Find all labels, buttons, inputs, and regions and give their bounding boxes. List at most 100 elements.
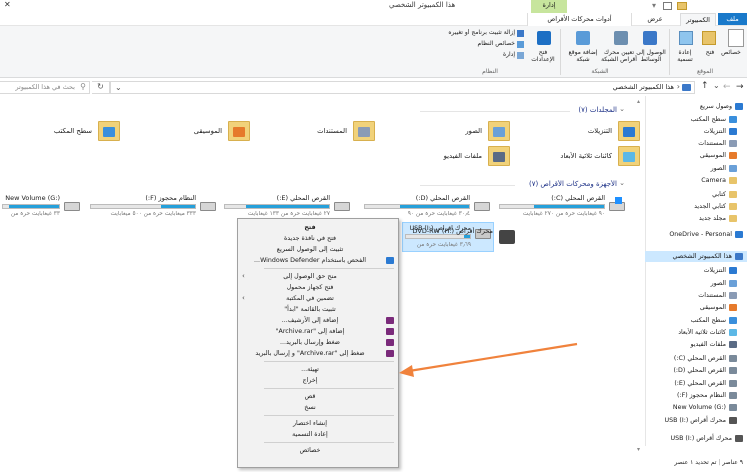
- folder-tile[interactable]: سطح المكتب: [20, 121, 120, 143]
- sidebar-item[interactable]: الموسيقى: [645, 150, 747, 161]
- sidebar-item[interactable]: القرص المحلي (C:): [645, 353, 747, 364]
- tab-computer[interactable]: الكمبيوتر: [680, 13, 716, 26]
- sidebar-item[interactable]: الموسيقى: [645, 302, 747, 313]
- drive-tile[interactable]: New Volume (G:) ٣٣ غيغابايت حرة من: [0, 194, 80, 222]
- sidebar-item[interactable]: مجلد جديد: [645, 213, 747, 224]
- context-menu-item[interactable]: قص: [239, 391, 397, 402]
- folder-tile[interactable]: المستندات: [275, 121, 375, 143]
- up-arrow-icon[interactable]: ↑: [701, 81, 709, 91]
- sidebar-item[interactable]: Camera: [645, 175, 747, 186]
- drive-tile[interactable]: القرص المحلي (C:) ٩٠ غيغابايت حرة من ٢٧٠ …: [497, 194, 625, 222]
- context-menu-item[interactable]: إضافة إلى "Archive.rar": [239, 326, 397, 337]
- folder-label: سطح المكتب: [53, 127, 92, 135]
- system-props-button[interactable]: خصائص النظام: [460, 40, 515, 47]
- context-menu-item[interactable]: تهيئة...: [239, 364, 397, 375]
- add-location-button[interactable]: إضافة موقع شبكة: [565, 49, 601, 63]
- context-menu-item[interactable]: إعادة التسمية: [239, 429, 397, 440]
- sidebar-item[interactable]: كتابي الجديد: [645, 201, 747, 212]
- search-box[interactable]: بحث في هذا الكمبيوتر ⚲: [0, 81, 90, 94]
- context-menu-item[interactable]: تضمين في المكتبة ‹: [239, 293, 397, 304]
- sidebar-item[interactable]: ملفات الفيديو: [645, 339, 747, 350]
- open-button[interactable]: فتح: [700, 49, 720, 56]
- collapse-chevron-icon[interactable]: ⌄: [619, 105, 625, 113]
- context-menu-item[interactable]: إنشاء اختصار: [239, 418, 397, 429]
- back-arrow-icon[interactable]: →: [736, 82, 744, 92]
- folders-section-header[interactable]: المجلدات (٧) ⌄: [420, 105, 625, 116]
- recent-dropdown-icon[interactable]: ⌄: [713, 81, 720, 90]
- sidebar-item[interactable]: كتابي: [645, 189, 747, 200]
- properties-check-icon[interactable]: [663, 2, 672, 10]
- sidebar-item[interactable]: محرك أقراص USB (I:): [645, 415, 747, 426]
- settings-gear-icon[interactable]: [537, 31, 551, 45]
- folder-tile[interactable]: التنزيلات: [540, 121, 640, 143]
- folder-icon: [729, 177, 737, 184]
- context-menu-item[interactable]: خصائص: [239, 445, 397, 456]
- sidebar-item[interactable]: محرك أقراص USB (I:): [645, 433, 747, 444]
- sidebar-item[interactable]: OneDrive - Personal: [645, 229, 747, 240]
- close-icon[interactable]: ✕: [4, 0, 11, 9]
- tab-drive-tools[interactable]: أدوات محركات الأقراص: [527, 13, 632, 26]
- context-menu-item[interactable]: نسخ: [239, 402, 397, 413]
- open-icon[interactable]: [702, 31, 716, 45]
- add-location-icon[interactable]: [576, 31, 590, 45]
- menu-item-label: الفحص باستخدام Windows Defender...: [254, 257, 366, 264]
- tab-view[interactable]: عرض: [640, 13, 670, 25]
- sidebar-item[interactable]: New Volume (G:): [645, 402, 747, 413]
- drives-section-header[interactable]: الأجهزة ومحركات الأقراص (٧) ⌄: [420, 179, 625, 190]
- rename-button[interactable]: إعادة تسمية: [671, 49, 699, 63]
- down-arrow-icon[interactable]: ▾: [652, 1, 656, 10]
- submenu-arrow-icon: ‹: [242, 272, 245, 280]
- sidebar-item[interactable]: سطح المكتب: [645, 114, 747, 125]
- manage-button[interactable]: إدارة: [485, 51, 515, 58]
- access-media-button[interactable]: الوصول إلى الوسائط: [634, 49, 668, 63]
- sidebar-item[interactable]: التنزيلات: [645, 126, 747, 137]
- context-menu-item[interactable]: إخراج: [239, 375, 397, 386]
- folder-tile[interactable]: الموسيقى: [150, 121, 250, 143]
- sidebar-item[interactable]: المستندات: [645, 138, 747, 149]
- folder-tile[interactable]: كائنات ثلاثية الأبعاد: [540, 146, 640, 168]
- properties-icon[interactable]: [728, 29, 744, 47]
- context-menu-item[interactable]: ضغط إلى "Archive.rar" و إرسال بالبريد: [239, 348, 397, 359]
- sidebar-item[interactable]: القرص المحلي (E:): [645, 378, 747, 389]
- map-drive-icon[interactable]: [614, 31, 628, 45]
- drive-icon: [729, 380, 737, 387]
- sidebar-item[interactable]: التنزيلات: [645, 265, 747, 276]
- folder-tile[interactable]: ملفات الفيديو: [410, 146, 510, 168]
- context-menu-item[interactable]: تثبيت بالقائمة "ابدأ": [239, 304, 397, 315]
- context-menu-item[interactable]: ضغط وإرسال بالبريد...: [239, 337, 397, 348]
- map-drive-button[interactable]: تعيين محرك أقراص الشبكة: [599, 49, 639, 63]
- drive-tile[interactable]: محرك أقراص DVD-RW (H:): [405, 226, 515, 248]
- video-icon: [729, 341, 737, 348]
- manage-tab-label[interactable]: إدارة: [531, 0, 567, 13]
- sidebar-item[interactable]: وصول سريع: [645, 101, 747, 112]
- address-bar[interactable]: › هذا الكمبيوتر الشخصي ⌄: [110, 81, 695, 94]
- rename-icon[interactable]: [679, 31, 693, 45]
- sidebar-item[interactable]: النظام محجوز (F:): [645, 390, 747, 401]
- address-dropdown-icon[interactable]: ⌄: [115, 83, 122, 92]
- forward-arrow-icon[interactable]: ←: [723, 82, 731, 92]
- sidebar-item[interactable]: الصور: [645, 278, 747, 289]
- drive-label: القرص المحلي (D:): [415, 194, 470, 202]
- context-menu-item[interactable]: فتح: [239, 222, 397, 233]
- folder-tile[interactable]: الصور: [410, 121, 510, 143]
- sidebar-item[interactable]: سطح المكتب: [645, 315, 747, 326]
- context-menu-item[interactable]: فتح كجهاز محمول: [239, 282, 397, 293]
- collapse-chevron-icon[interactable]: ⌄: [619, 179, 625, 187]
- sidebar-item[interactable]: الصور: [645, 163, 747, 174]
- sidebar-item[interactable]: هذا الكمبيوتر الشخصي: [645, 251, 747, 262]
- sidebar-item[interactable]: كائنات ثلاثية الأبعاد: [645, 327, 747, 338]
- tab-file[interactable]: ملف: [718, 13, 747, 25]
- drive-tile[interactable]: النظام محجوز (F:) ٣٣٣ ميغابايت حرة من ٥٠٠…: [88, 194, 216, 222]
- context-menu-item[interactable]: إضافة إلى الأرشيف...: [239, 315, 397, 326]
- uninstall-button[interactable]: إزالة تثبيت برنامج أو تغييره: [440, 29, 515, 36]
- context-menu-item[interactable]: تثبيت إلى الوصول السريع: [239, 244, 397, 255]
- refresh-icon[interactable]: ↻: [92, 81, 110, 94]
- sidebar-item[interactable]: القرص المحلي (D:): [645, 365, 747, 376]
- context-menu-item[interactable]: منح حق الوصول إلى ‹: [239, 271, 397, 282]
- context-menu-item[interactable]: الفحص باستخدام Windows Defender...: [239, 255, 397, 266]
- search-input[interactable]: بحث في هذا الكمبيوتر: [5, 83, 75, 91]
- context-menu-item[interactable]: فتح في نافذة جديدة: [239, 233, 397, 244]
- open-settings-button[interactable]: فتح الإعدادات: [528, 49, 558, 63]
- media-icon[interactable]: [643, 31, 657, 45]
- sidebar-item[interactable]: المستندات: [645, 290, 747, 301]
